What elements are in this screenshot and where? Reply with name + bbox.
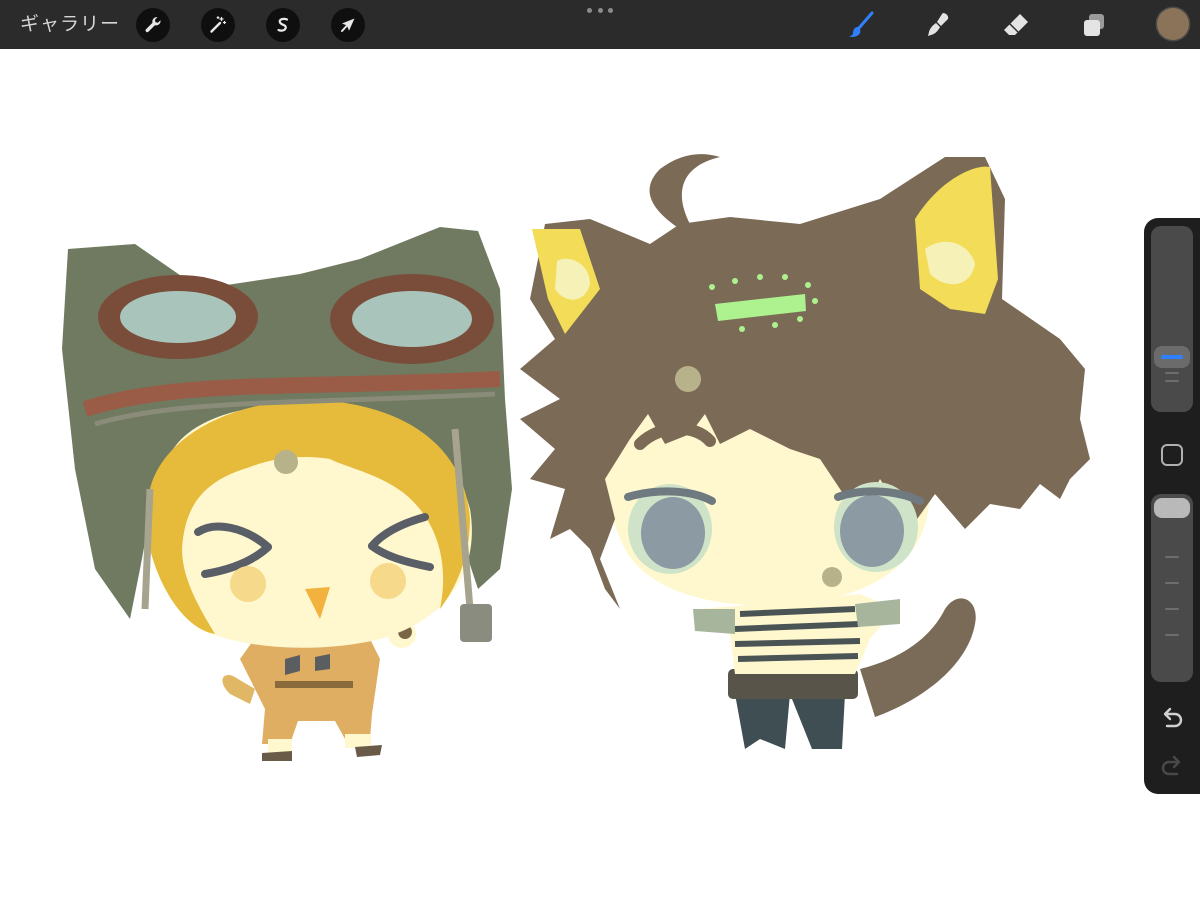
modify-button[interactable]	[1161, 444, 1183, 466]
layers-button[interactable]	[1075, 6, 1113, 44]
selection-s-icon	[277, 17, 289, 32]
erase-tool-button[interactable]	[997, 6, 1035, 44]
character-right-illustration	[520, 154, 1090, 749]
wrench-icon	[145, 17, 161, 33]
redo-button[interactable]	[1158, 752, 1186, 780]
undo-icon	[1163, 707, 1183, 728]
smudge-icon	[928, 13, 949, 36]
brush-size-slider[interactable]	[1151, 226, 1193, 412]
arrow-cursor-icon	[341, 18, 355, 32]
color-picker-button[interactable]	[1157, 8, 1189, 40]
slider-tick	[1165, 608, 1179, 610]
slider-tick	[1165, 372, 1179, 374]
magic-wand-icon	[210, 16, 227, 33]
redo-icon	[1161, 755, 1181, 776]
opacity-thumb[interactable]	[1154, 498, 1190, 518]
paint-tool-button[interactable]	[842, 6, 880, 44]
smudge-tool-button[interactable]	[919, 6, 957, 44]
eraser-icon	[1004, 14, 1028, 35]
actions-button[interactable]	[136, 8, 170, 42]
sidebar	[1144, 218, 1200, 794]
transform-button[interactable]	[331, 8, 365, 42]
adjustments-button[interactable]	[201, 8, 235, 42]
slider-tick	[1165, 582, 1179, 584]
gallery-button[interactable]: ギャラリー	[20, 11, 120, 37]
selection-button[interactable]	[266, 8, 300, 42]
toolbar-grabber[interactable]	[587, 5, 613, 15]
brush-icon	[849, 11, 874, 37]
artwork	[62, 154, 1090, 761]
brush-size-thumb[interactable]	[1154, 346, 1190, 368]
slider-tick	[1165, 634, 1179, 636]
opacity-slider[interactable]	[1151, 494, 1193, 682]
character-left-illustration	[62, 227, 512, 761]
drawing-canvas[interactable]	[0, 49, 1200, 900]
slider-tick	[1165, 556, 1179, 558]
undo-button[interactable]	[1158, 704, 1186, 732]
top-toolbar: ギャラリー	[0, 0, 1200, 49]
layers-icon	[1084, 14, 1104, 36]
slider-tick	[1165, 380, 1179, 382]
